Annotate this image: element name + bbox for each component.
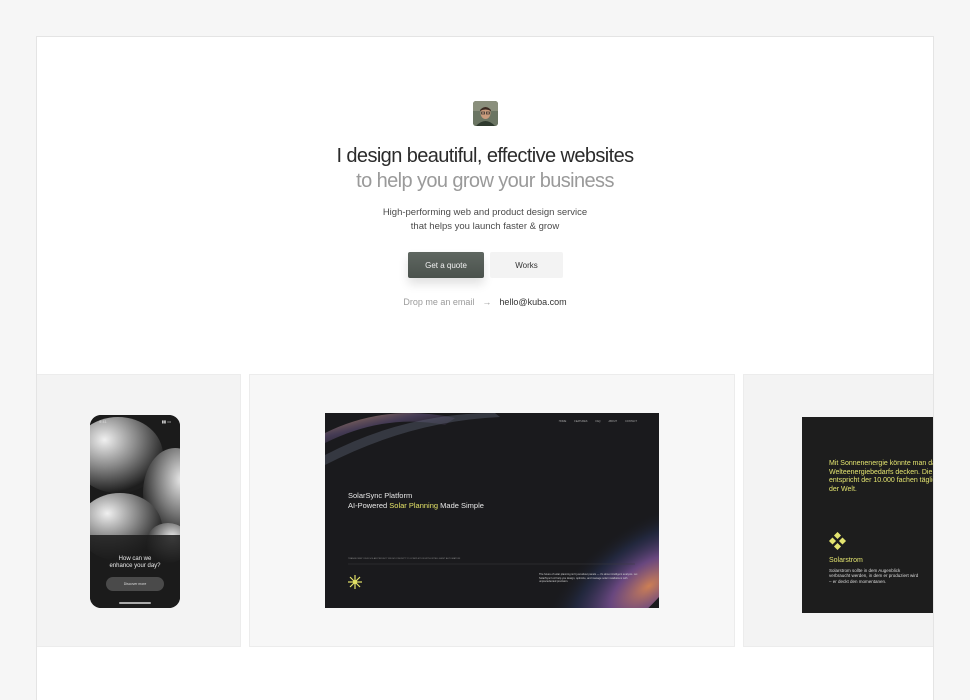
phone-prompt-line-1: How can we (118, 556, 152, 562)
avatar (473, 101, 498, 126)
solarsync-blurb: The future of solar planning isn't just … (539, 573, 638, 584)
solarsync-screenshot: HOME FEATURES FAQ ABOUT CONTACT SolarSyn… (325, 413, 659, 608)
hero-subtitle-line-2: that helps you launch faster & grow (410, 221, 560, 232)
tagline-suffix: Made Simple (438, 501, 484, 510)
solarsync-nav-item: CONTACT (625, 420, 637, 423)
solarstrom-name: Solarstrom (829, 557, 863, 564)
solarsync-strap: TRANSFORM YOUR SOLAR PROJECT FROM CONCEP… (348, 558, 461, 560)
phone-status-bar: 9:41 ▮▮ ▭ (90, 419, 180, 427)
email-prompt: Drop me an email (403, 297, 475, 307)
phone-time: 9:41 (99, 419, 107, 424)
hero-heading: I design beautiful, effective websites (336, 145, 634, 167)
tagline-prefix: AI-Powered (348, 501, 390, 510)
work-card-solarsync[interactable]: HOME FEATURES FAQ ABOUT CONTACT SolarSyn… (249, 374, 735, 647)
solarstrom-text-line: Mit Sonnenenergie könnte man da (829, 460, 934, 467)
diamond-logo-icon (828, 532, 847, 551)
solarsync-title: SolarSync Platform (348, 491, 413, 500)
solarstrom-text: Mit Sonnenenergie könnte man da Welteene… (829, 460, 934, 494)
solarstrom-text-line: Welteenergiebedarfs decken. Die ta (829, 468, 934, 476)
hero-subtitle: High-performing web and product design s… (37, 206, 933, 234)
email-row: Drop me an email → hello@kuba.com (37, 297, 933, 307)
works-button[interactable]: Works (490, 252, 563, 278)
solarsync-nav-item: FAQ (595, 420, 601, 423)
phone-home-indicator (119, 602, 151, 604)
solarstrom-poster: Mit Sonnenenergie könnte man da Welteene… (802, 417, 934, 613)
solarstrom-text-line: der Welt. (829, 485, 857, 493)
hero-section: I design beautiful, effective websites t… (37, 37, 933, 337)
solarsync-nav-item: HOME (558, 420, 567, 423)
arrow-right-icon: → (482, 297, 492, 307)
phone-mockup: 9:41 ▮▮ ▭ How can we enhance your day? D… (90, 415, 180, 608)
work-card-solarstrom[interactable]: Mit Sonnenenergie könnte man da Welteene… (743, 374, 934, 647)
solarsync-nav: HOME FEATURES FAQ ABOUT CONTACT (559, 420, 637, 423)
avatar-photo (473, 101, 498, 126)
solarsync-nav-item: ABOUT (608, 420, 618, 423)
phone-prompt-line-2: enhance your day? (109, 563, 161, 569)
phone-prompt: How can we enhance your day? (90, 556, 180, 570)
sun-logo-icon (348, 575, 362, 589)
work-card-mobile-app[interactable]: 9:41 ▮▮ ▭ How can we enhance your day? D… (37, 374, 241, 647)
solarstrom-text-line: entspricht der 10.000 fachen täglic (829, 477, 934, 485)
solarstrom-desc: Solarstrom sollte in dem Augenblick verb… (829, 568, 919, 584)
solarsync-tagline: AI-Powered Solar Planning Made Simple (348, 501, 484, 511)
email-link[interactable]: hello@kuba.com (499, 297, 566, 307)
get-a-quote-button[interactable]: Get a quote (408, 252, 484, 278)
hero-heading-secondary: to help you grow your business (356, 170, 614, 192)
phone-discover-button: Discover more (106, 577, 164, 591)
tagline-highlight: Solar Planning (389, 501, 439, 510)
hero-subtitle-line-1: High-performing web and product design s… (382, 207, 588, 218)
signal-battery-icon: ▮▮ ▭ (161, 419, 171, 424)
page-frame: I design beautiful, effective websites t… (36, 36, 934, 700)
solarsync-heading: SolarSync Platform AI-Powered Solar Plan… (348, 491, 484, 511)
solarsync-nav-item: FEATURES (574, 420, 588, 423)
